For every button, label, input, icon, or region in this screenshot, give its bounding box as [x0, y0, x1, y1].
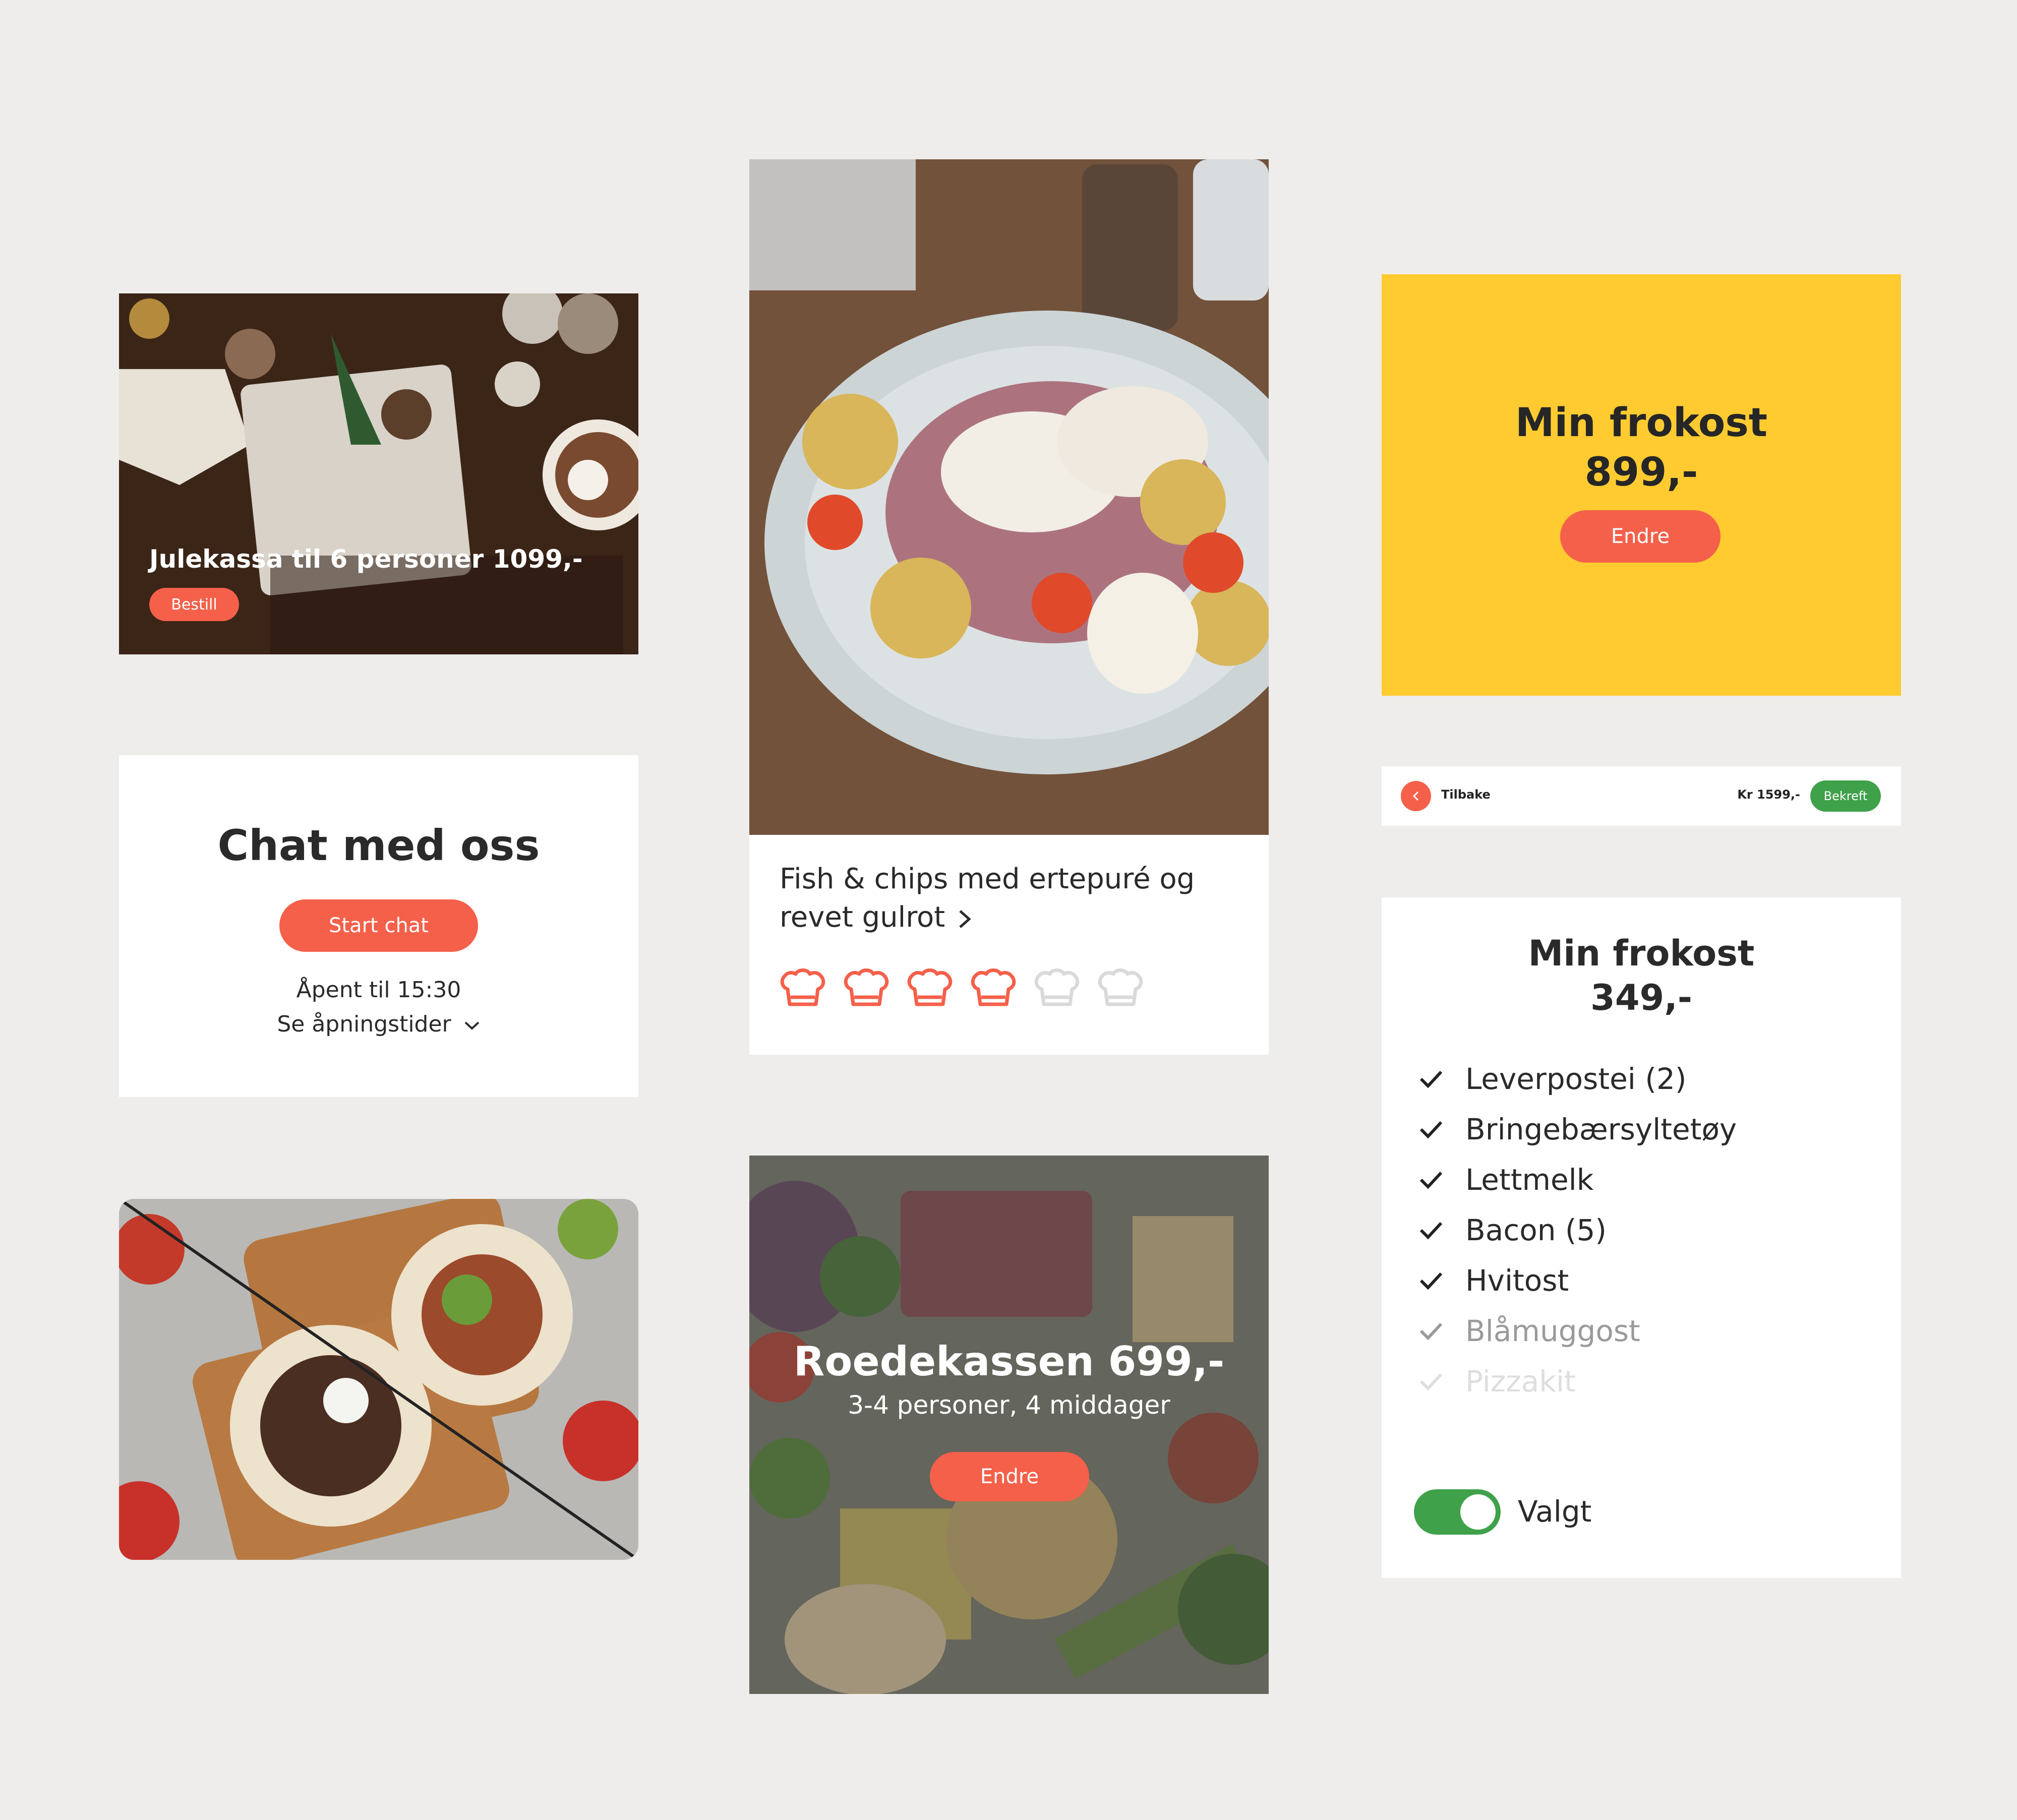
grocery-box-photo	[749, 1156, 1269, 1694]
list-item: Hvitost	[1417, 1255, 1737, 1306]
start-chat-button[interactable]: Start chat	[279, 899, 478, 952]
list-item-label: Bacon (5)	[1465, 1213, 1607, 1247]
check-icon	[1419, 1121, 1443, 1139]
change-button[interactable]: Endre	[930, 1452, 1089, 1501]
recipe-title[interactable]: Fish & chips med ertepuré og revet gulro…	[780, 860, 1233, 937]
chat-card: Chat med oss Start chat Åpent til 15:30 …	[119, 755, 638, 1097]
check-icon	[1419, 1272, 1443, 1290]
toggle-label: Valgt	[1518, 1494, 1592, 1529]
back-button[interactable]	[1401, 781, 1431, 811]
julekassa-title: Julekassa til 6 personer 1099,-	[149, 544, 583, 574]
frokost-list-price: 349,-	[1590, 977, 1692, 1018]
list-item-label: Blåmuggost	[1465, 1314, 1640, 1348]
frokost-list-card: Min frokost 349,- Leverpostei (2) Bringeb…	[1382, 897, 1901, 1578]
frokost-price: 899,-	[1584, 450, 1698, 495]
back-label[interactable]: Tilbake	[1441, 787, 1491, 802]
chevron-left-icon	[1412, 791, 1419, 801]
chevron-down-icon	[464, 1021, 479, 1030]
check-icon	[1419, 1171, 1443, 1189]
list-item-label: Lettmelk	[1465, 1163, 1594, 1197]
list-item: Bringebærsyltetøy	[1417, 1104, 1737, 1155]
opening-hours-link[interactable]: Se åpningstider	[119, 1011, 638, 1037]
difficulty-rating	[780, 965, 1144, 1011]
item-list: Leverpostei (2) Bringebærsyltetøy Lettmelk…	[1417, 1054, 1737, 1407]
total-price: Kr 1599,-	[1737, 787, 1800, 802]
chef-hat-icon	[780, 968, 825, 1006]
taco-image	[119, 1199, 638, 1560]
chef-hat-icon	[907, 968, 953, 1006]
checkout-bar: Tilbake Kr 1599,- Bekreft	[1382, 766, 1901, 826]
list-item-label: Bringebærsyltetøy	[1465, 1112, 1737, 1146]
check-icon	[1419, 1070, 1443, 1088]
change-button[interactable]: Endre	[1560, 510, 1721, 563]
opening-hours-link-label: Se åpningstider	[277, 1011, 451, 1037]
selected-toggle[interactable]	[1414, 1489, 1501, 1535]
list-item-label: Hvitost	[1465, 1263, 1569, 1298]
opening-hours-text: Åpent til 15:30	[296, 977, 461, 1003]
roedekassen-title: Roedekassen 699,-	[793, 1338, 1225, 1385]
frokost-yellow-card: Min frokost 899,- Endre	[1382, 274, 1901, 696]
roedekassen-subtitle: 3-4 personer, 4 middager	[848, 1390, 1170, 1420]
recipe-card[interactable]: Fish & chips med ertepuré og revet gulro…	[749, 159, 1269, 1055]
taco-photo	[119, 1199, 638, 1560]
list-item-label: Pizzakit	[1465, 1364, 1576, 1399]
frokost-list-title: Min frokost	[1528, 933, 1755, 974]
julekassa-card[interactable]: Julekassa til 6 personer 1099,- Bestill	[119, 293, 638, 654]
list-item: Pizzakit	[1417, 1356, 1737, 1407]
frokost-title: Min frokost	[1515, 400, 1768, 446]
roedekassen-card[interactable]: Roedekassen 699,- 3-4 personer, 4 middag…	[749, 1156, 1269, 1694]
toggle-knob	[1460, 1494, 1496, 1530]
list-item-label: Leverpostei (2)	[1465, 1062, 1687, 1096]
check-icon	[1419, 1222, 1443, 1240]
list-item: Lettmelk	[1417, 1155, 1737, 1205]
list-item: Leverpostei (2)	[1417, 1054, 1737, 1104]
chef-hat-icon	[844, 968, 889, 1006]
chef-hat-icon	[971, 968, 1016, 1006]
list-item: Bacon (5)	[1417, 1205, 1737, 1255]
list-item: Blåmuggost	[1417, 1306, 1737, 1356]
recipe-title-text: Fish & chips med ertepuré og revet gulro…	[780, 863, 1195, 934]
chevron-right-icon	[959, 909, 971, 928]
chat-title: Chat med oss	[217, 821, 540, 870]
check-icon	[1419, 1373, 1443, 1391]
fish-dish-photo	[749, 159, 1269, 835]
chef-hat-icon	[1098, 968, 1143, 1006]
order-button[interactable]: Bestill	[149, 588, 239, 621]
check-icon	[1419, 1322, 1443, 1341]
confirm-button[interactable]: Bekreft	[1810, 780, 1881, 812]
chef-hat-icon	[1034, 968, 1080, 1006]
